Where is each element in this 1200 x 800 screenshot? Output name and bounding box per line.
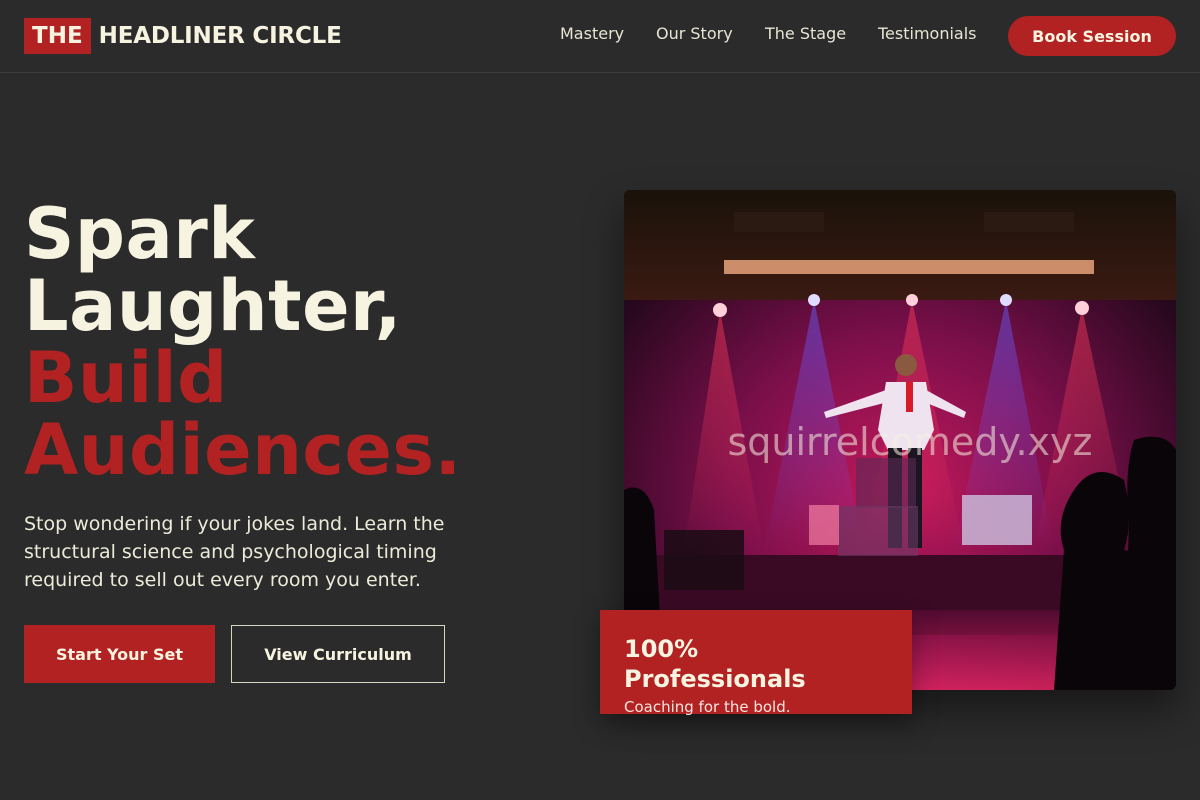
logo[interactable]: THE HEADLINER CIRCLE [24, 18, 342, 54]
hero-title-line-3: Build [24, 337, 228, 419]
book-session-button[interactable]: Book Session [1008, 16, 1176, 56]
hero-title-line-4: Audiences. [24, 409, 462, 491]
hero-title-line-1: Spark [24, 193, 256, 275]
photo-watermark: squirrelcomedy.xyz [728, 420, 1093, 464]
nav-our-story[interactable]: Our Story [656, 24, 733, 46]
logo-badge: THE [24, 18, 91, 54]
hero-title-line-2: Laughter, [24, 265, 402, 347]
nav-mastery[interactable]: Mastery [560, 24, 624, 46]
site-header: THE HEADLINER CIRCLE Mastery Our Story T… [0, 0, 1200, 73]
hero-subtitle: Stop wondering if your jokes land. Learn… [24, 513, 445, 591]
nav-the-stage[interactable]: The Stage [765, 24, 846, 46]
hero-title: Spark Laughter, Build Audiences. [24, 198, 544, 486]
nav-testimonials[interactable]: Testimonials [878, 24, 977, 46]
professionals-badge: 100% Professionals Coaching for the bold… [600, 610, 912, 716]
start-your-set-button[interactable]: Start Your Set [24, 625, 215, 683]
badge-subtitle: Coaching for the bold. [624, 698, 791, 716]
logo-text: HEADLINER CIRCLE [98, 23, 342, 49]
view-curriculum-button[interactable]: View Curriculum [231, 625, 445, 683]
badge-title: 100% Professionals [624, 635, 806, 693]
